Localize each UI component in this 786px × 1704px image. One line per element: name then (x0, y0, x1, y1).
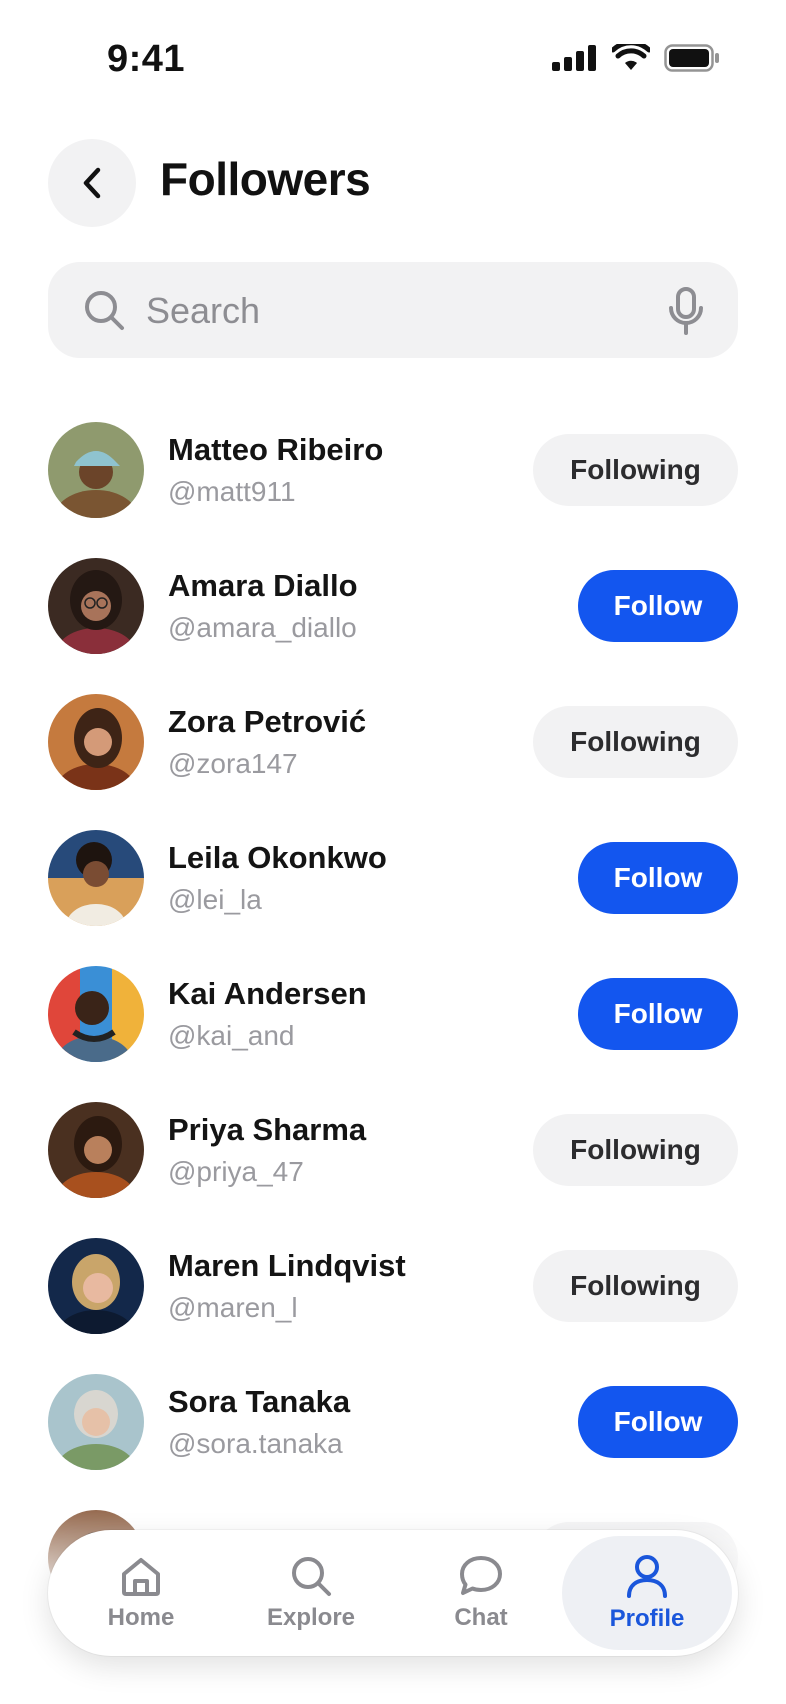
follower-name: Matteo Ribeiro (168, 432, 384, 467)
follow-button[interactable]: Follow (578, 1386, 738, 1458)
chevron-left-icon (83, 167, 101, 199)
search-icon (292, 1557, 331, 1596)
tab-profile[interactable]: Profile (562, 1536, 732, 1650)
status-bar: 9:41 (0, 0, 786, 120)
following-button[interactable]: Following (533, 1250, 738, 1322)
follower-name: Maren Lindqvist (168, 1248, 406, 1283)
follower-name: Zora Petrović (168, 704, 367, 739)
home-icon (122, 1558, 160, 1596)
tab-home[interactable]: Home (56, 1536, 226, 1650)
tab-explore[interactable]: Explore (226, 1536, 396, 1650)
follower-name: Amara Diallo (168, 568, 358, 603)
tab-label: Chat (454, 1604, 508, 1631)
avatar[interactable] (48, 830, 144, 926)
follower-name: Kai Andersen (168, 976, 367, 1011)
follower-handle: @kai_and (168, 1020, 295, 1051)
follower-handle: @priya_47 (168, 1156, 304, 1187)
tab-bar: Home Explore Chat Profile (48, 1530, 738, 1656)
user-icon (627, 1555, 667, 1598)
search-input[interactable] (144, 280, 668, 342)
list-item[interactable]: Maren Lindqvist @maren_l Following (0, 1228, 786, 1364)
back-button[interactable] (48, 139, 136, 227)
follow-button[interactable]: Follow (578, 570, 738, 642)
followers-list: Matteo Ribeiro @matt911 Following Amara … (0, 412, 786, 1636)
following-button[interactable]: Following (533, 434, 738, 506)
tab-chat[interactable]: Chat (396, 1536, 566, 1650)
list-item[interactable]: Zora Petrović @zora147 Following (0, 684, 786, 820)
follower-handle: @matt911 (168, 476, 296, 507)
follower-name: Priya Sharma (168, 1112, 367, 1147)
page-title: Followers (160, 153, 371, 205)
follower-handle: @amara_diallo (168, 612, 357, 643)
list-item[interactable]: Sora Tanaka @sora.tanaka Follow (0, 1364, 786, 1500)
search-icon (82, 288, 126, 332)
search-bar[interactable] (48, 262, 738, 358)
tab-label: Profile (609, 1605, 685, 1632)
follow-button[interactable]: Follow (578, 978, 738, 1050)
follow-button[interactable]: Follow (578, 842, 738, 914)
follower-name: Sora Tanaka (168, 1384, 351, 1419)
cellular-signal-icon (552, 45, 596, 71)
status-time: 9:41 (107, 38, 186, 80)
follower-handle: @lei_la (168, 884, 262, 915)
status-icons (552, 44, 720, 72)
wifi-icon (612, 44, 650, 70)
chat-bubble-icon (460, 1556, 502, 1595)
avatar[interactable] (48, 966, 144, 1062)
tab-label: Home (107, 1604, 175, 1631)
avatar[interactable] (48, 422, 144, 518)
tab-label: Explore (266, 1604, 356, 1631)
list-item[interactable]: Matteo Ribeiro @matt911 Following (0, 412, 786, 548)
list-item[interactable]: Priya Sharma @priya_47 Following (0, 1092, 786, 1228)
list-item[interactable]: Leila Okonkwo @lei_la Follow (0, 820, 786, 956)
microphone-icon[interactable] (666, 286, 706, 336)
following-button[interactable]: Following (533, 1114, 738, 1186)
avatar[interactable] (48, 558, 144, 654)
list-item[interactable]: Kai Andersen @kai_and Follow (0, 956, 786, 1092)
avatar[interactable] (48, 1374, 144, 1470)
battery-icon (664, 44, 719, 72)
avatar[interactable] (48, 694, 144, 790)
follower-name: Leila Okonkwo (168, 840, 387, 875)
follower-handle: @maren_l (168, 1292, 298, 1323)
follower-handle: @zora147 (168, 748, 298, 779)
avatar[interactable] (48, 1102, 144, 1198)
following-button[interactable]: Following (533, 706, 738, 778)
list-item[interactable]: Amara Diallo @amara_diallo Follow (0, 548, 786, 684)
avatar[interactable] (48, 1238, 144, 1334)
follower-handle: @sora.tanaka (168, 1428, 343, 1459)
